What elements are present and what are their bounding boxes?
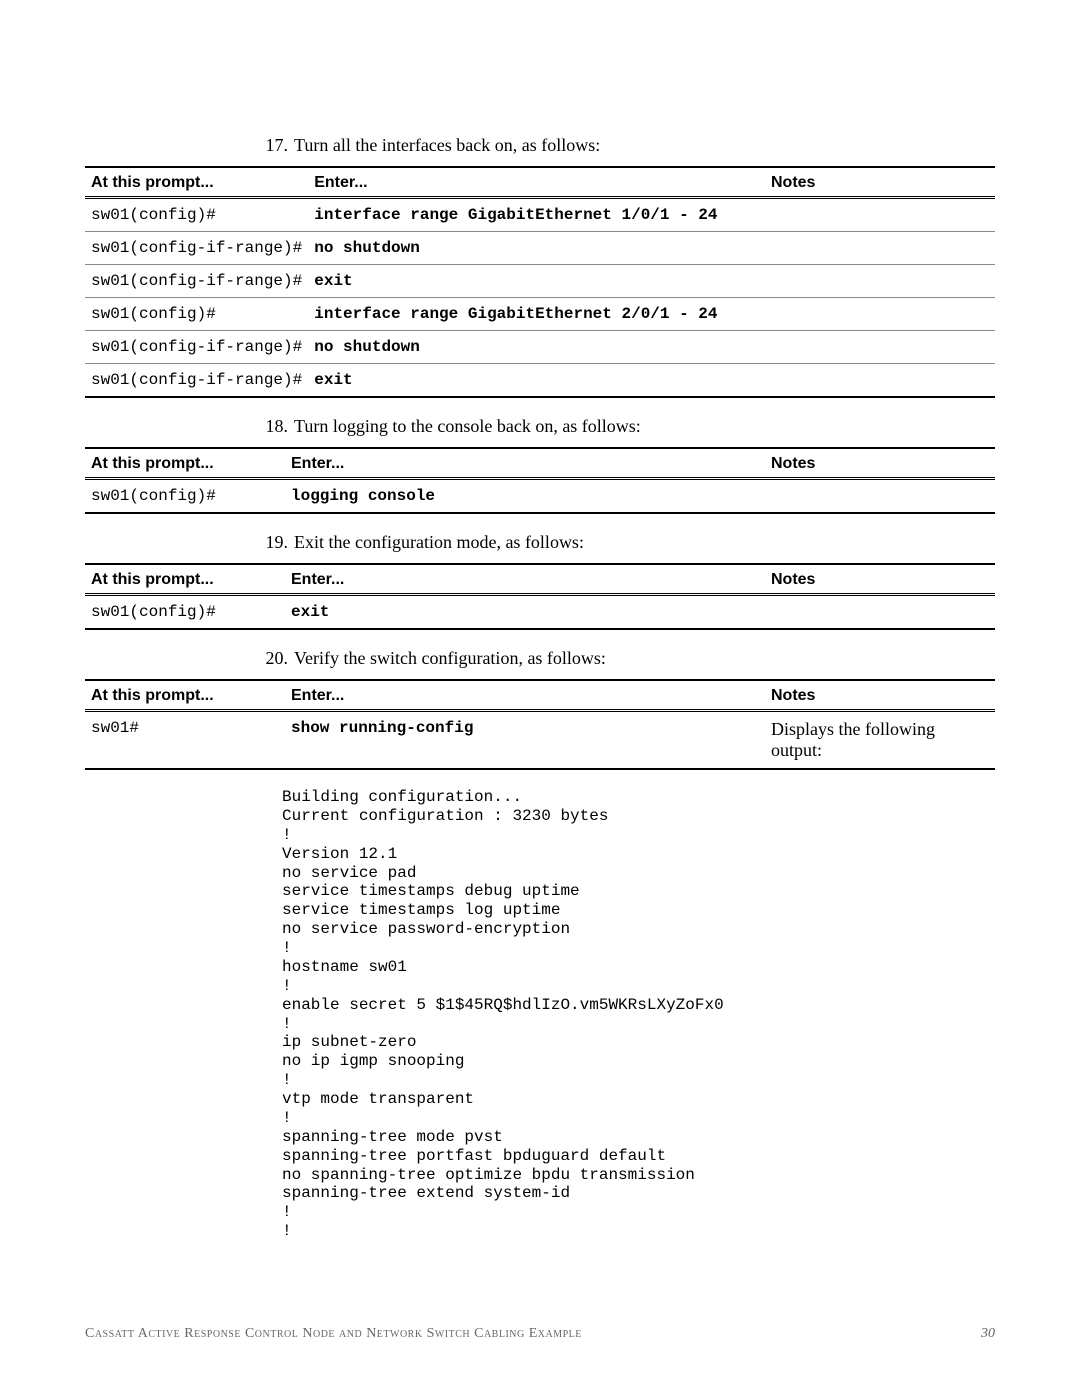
cell-notes: Displays the following output: (765, 711, 995, 770)
table-row: sw01(config-if-range)# exit (85, 364, 995, 398)
table-row: sw01(config)# logging console (85, 479, 995, 514)
step-19: 19. Exit the configuration mode, as foll… (85, 532, 995, 553)
table-row: sw01(config-if-range)# no shutdown (85, 331, 995, 364)
cell-enter: interface range GigabitEthernet 1/0/1 - … (308, 198, 765, 232)
cell-prompt: sw01(config)# (85, 479, 285, 514)
table-row: sw01(config)# interface range GigabitEth… (85, 298, 995, 331)
footer-title: Cassatt Active Response Control Node and… (85, 1326, 582, 1342)
header-prompt: At this prompt... (85, 564, 285, 595)
cell-enter: no shutdown (308, 331, 765, 364)
cell-prompt: sw01(config-if-range)# (85, 265, 308, 298)
step-number: 17. (260, 135, 294, 156)
table-step-20: At this prompt... Enter... Notes sw01# s… (85, 679, 995, 770)
cell-prompt: sw01(config)# (85, 595, 285, 630)
cell-enter: exit (308, 364, 765, 398)
table-header-row: At this prompt... Enter... Notes (85, 680, 995, 711)
table-header-row: At this prompt... Enter... Notes (85, 448, 995, 479)
table-header-row: At this prompt... Enter... Notes (85, 564, 995, 595)
step-text: Turn logging to the console back on, as … (294, 416, 641, 437)
step-number: 20. (260, 648, 294, 669)
table-row: sw01# show running-config Displays the f… (85, 711, 995, 770)
running-config-output: Building configuration... Current config… (282, 788, 995, 1241)
header-prompt: At this prompt... (85, 448, 285, 479)
cell-prompt: sw01(config-if-range)# (85, 232, 308, 265)
step-number: 19. (260, 532, 294, 553)
header-notes: Notes (765, 680, 995, 711)
cell-notes (765, 265, 995, 298)
step-text: Verify the switch configuration, as foll… (294, 648, 606, 669)
cell-enter: show running-config (285, 711, 765, 770)
cell-enter: no shutdown (308, 232, 765, 265)
page: 17. Turn all the interfaces back on, as … (0, 0, 1080, 1397)
step-18: 18. Turn logging to the console back on,… (85, 416, 995, 437)
table-row: sw01(config)# interface range GigabitEth… (85, 198, 995, 232)
table-step-19: At this prompt... Enter... Notes sw01(co… (85, 563, 995, 630)
header-notes: Notes (765, 564, 995, 595)
step-20: 20. Verify the switch configuration, as … (85, 648, 995, 669)
cell-notes (765, 298, 995, 331)
page-footer: Cassatt Active Response Control Node and… (85, 1326, 995, 1342)
step-text: Exit the configuration mode, as follows: (294, 532, 584, 553)
cell-enter: exit (285, 595, 765, 630)
cell-enter: logging console (285, 479, 765, 514)
cell-notes (765, 331, 995, 364)
footer-page: 30 (981, 1326, 995, 1342)
cell-prompt: sw01(config-if-range)# (85, 331, 308, 364)
cell-notes (765, 479, 995, 514)
step-17: 17. Turn all the interfaces back on, as … (85, 135, 995, 156)
header-enter: Enter... (285, 448, 765, 479)
cell-enter: interface range GigabitEthernet 2/0/1 - … (308, 298, 765, 331)
cell-prompt: sw01(config)# (85, 298, 308, 331)
cell-notes (765, 198, 995, 232)
cell-notes (765, 595, 995, 630)
cell-prompt: sw01(config)# (85, 198, 308, 232)
table-header-row: At this prompt... Enter... Notes (85, 167, 995, 198)
cell-prompt: sw01# (85, 711, 285, 770)
header-notes: Notes (765, 448, 995, 479)
table-step-18: At this prompt... Enter... Notes sw01(co… (85, 447, 995, 514)
cell-notes (765, 232, 995, 265)
cell-prompt: sw01(config-if-range)# (85, 364, 308, 398)
table-row: sw01(config-if-range)# exit (85, 265, 995, 298)
table-row: sw01(config)# exit (85, 595, 995, 630)
table-row: sw01(config-if-range)# no shutdown (85, 232, 995, 265)
step-number: 18. (260, 416, 294, 437)
table-step-17: At this prompt... Enter... Notes sw01(co… (85, 166, 995, 398)
cell-enter: exit (308, 265, 765, 298)
header-enter: Enter... (285, 564, 765, 595)
header-enter: Enter... (308, 167, 765, 198)
step-text: Turn all the interfaces back on, as foll… (294, 135, 600, 156)
header-notes: Notes (765, 167, 995, 198)
header-prompt: At this prompt... (85, 680, 285, 711)
header-enter: Enter... (285, 680, 765, 711)
cell-notes (765, 364, 995, 398)
header-prompt: At this prompt... (85, 167, 308, 198)
